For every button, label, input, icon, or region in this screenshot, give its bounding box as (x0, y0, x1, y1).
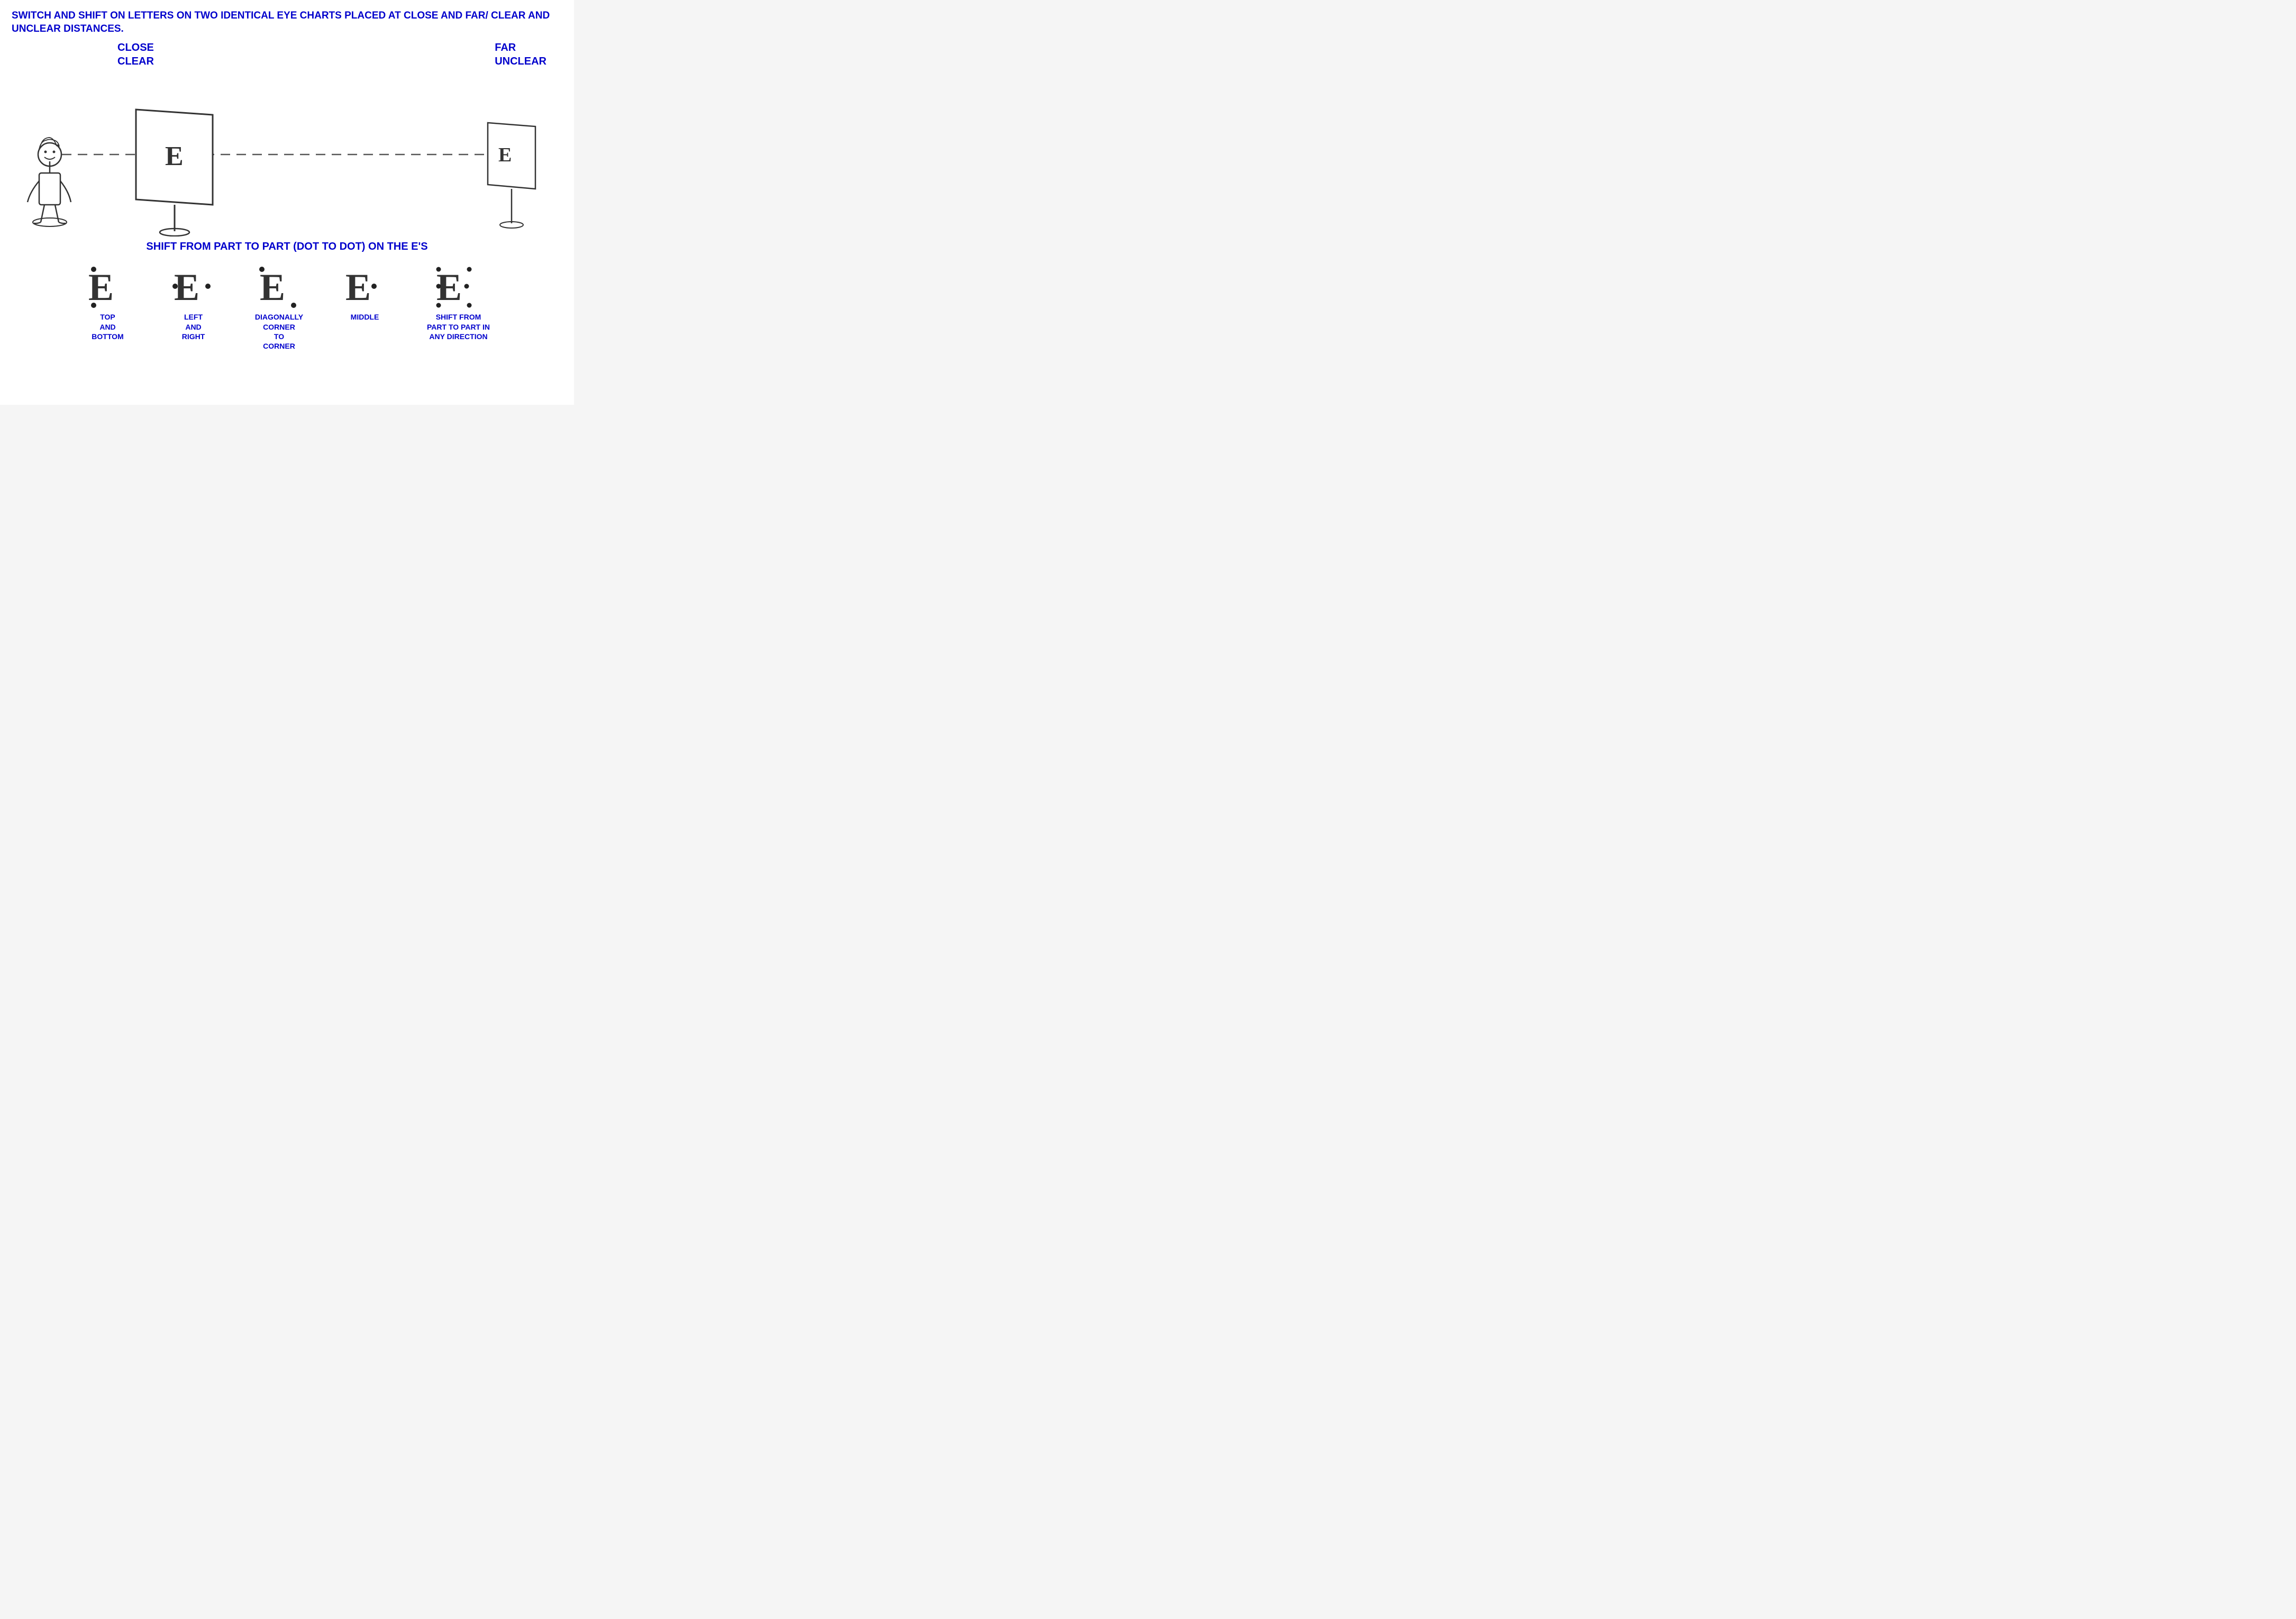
e-item-top-bottom: E TOPANDBOTTOM (74, 262, 142, 341)
page-title: SWITCH AND SHIFT ON LETTERS ON TWO IDENT… (12, 10, 562, 35)
main-illustration: E E (12, 67, 586, 237)
e-svg-middle: E (339, 262, 391, 310)
svg-text:E: E (498, 144, 512, 166)
far-label: FAR UNCLEAR (495, 41, 546, 68)
close-label: CLOSE CLEAR (117, 41, 154, 68)
e-label-top-bottom: TOPANDBOTTOM (92, 312, 123, 341)
e-label-middle: MIDDLE (351, 312, 379, 322)
svg-text:E: E (174, 266, 199, 308)
e-svg-shift-all: E (432, 262, 485, 310)
e-label-shift-all: SHIFT FROMPART TO PART INANY DIRECTION (427, 312, 490, 341)
e-item-diagonal: E DIAGONALLYCORNERTOCORNER (245, 262, 314, 351)
e-diagrams-row: E TOPANDBOTTOM E LEFTANDRI (12, 262, 562, 351)
e-item-left-right: E LEFTANDRIGHT (159, 262, 228, 341)
shift-instruction: SHIFT FROM PART TO PART (DOT TO DOT) ON … (12, 241, 562, 253)
e-label-left-right: LEFTANDRIGHT (182, 312, 205, 341)
e-item-shift-all: E SHIFT FROMPART TO PART INANY DIRECTION (416, 262, 501, 341)
svg-text:E: E (345, 266, 371, 308)
svg-text:E: E (165, 141, 184, 171)
e-label-diagonal: DIAGONALLYCORNERTOCORNER (255, 312, 303, 351)
illustration-area: CLOSE CLEAR FAR UNCLEAR (12, 41, 562, 237)
page: SWITCH AND SHIFT ON LETTERS ON TWO IDENT… (0, 0, 574, 405)
e-svg-top-bottom: E (81, 262, 134, 310)
e-svg-left-right: E (167, 262, 220, 310)
svg-text:E: E (88, 266, 114, 308)
svg-text:E: E (260, 266, 285, 308)
e-svg-diagonal: E (253, 262, 306, 310)
e-item-middle: E MIDDLE (331, 262, 399, 322)
